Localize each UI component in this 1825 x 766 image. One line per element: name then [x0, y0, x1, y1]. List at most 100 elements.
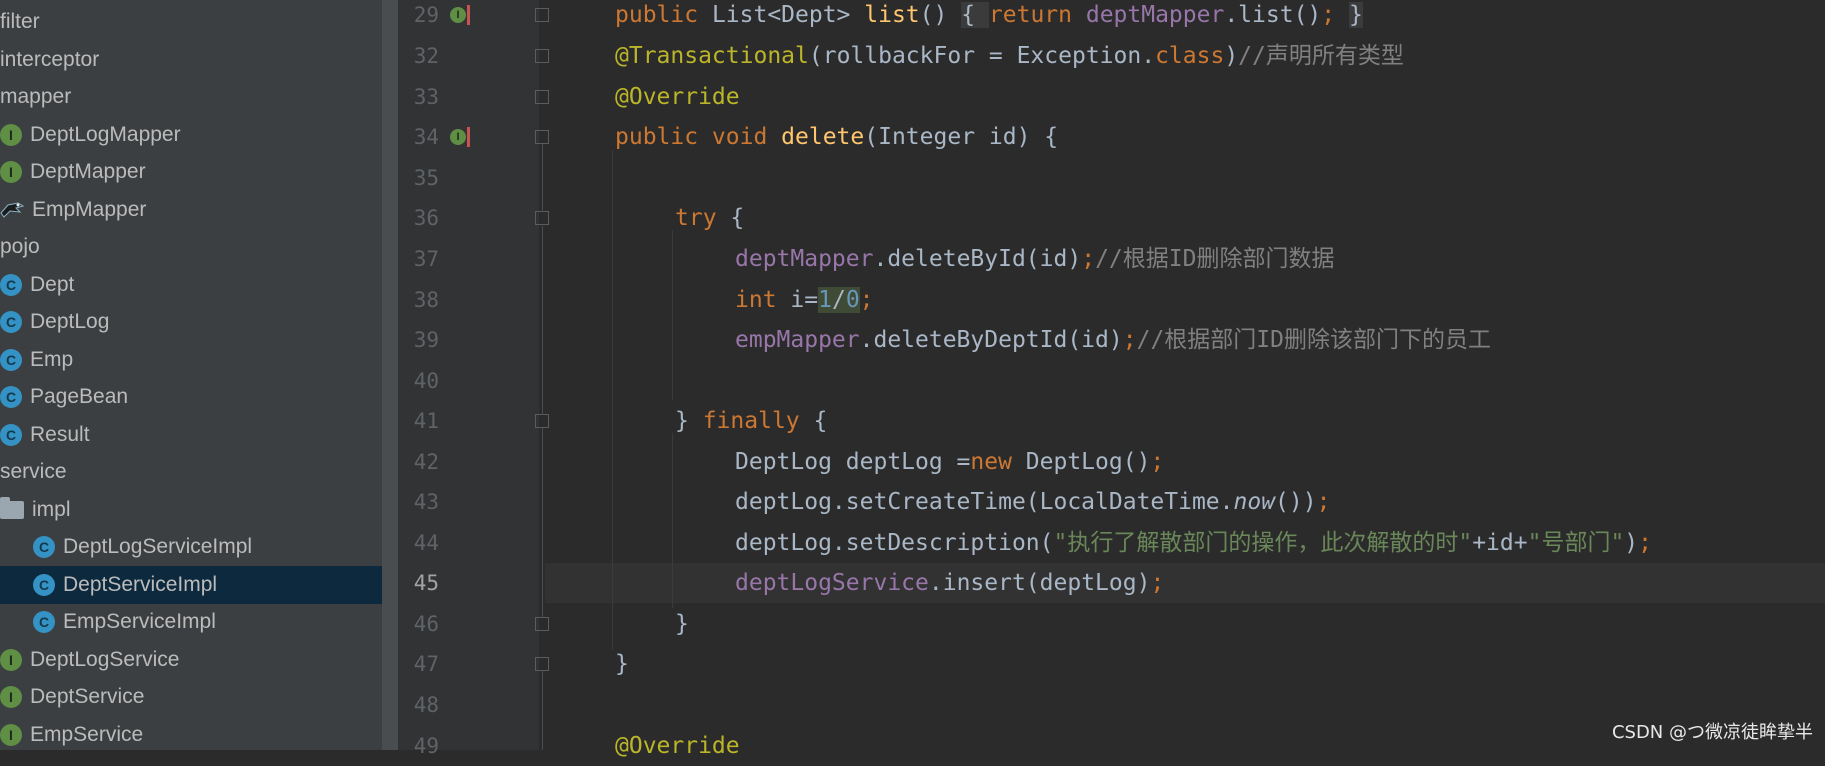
- code-token: public: [615, 2, 712, 28]
- line-number: 47: [413, 652, 439, 676]
- overrides-arrow-icon[interactable]: [467, 127, 470, 147]
- code-token: deptLog.setDescription(: [735, 530, 1054, 556]
- code-comment: //根据ID删除部门数据: [1095, 246, 1335, 272]
- watermark: CSDN @つ微凉徒眸挚半: [1611, 722, 1813, 743]
- code-comment: //根据部门ID删除该部门下的员工: [1136, 327, 1491, 353]
- tree-item-emp[interactable]: C Emp: [0, 341, 382, 379]
- code-token: delete: [781, 124, 865, 150]
- code-token: return: [988, 2, 1086, 28]
- code-token: now: [1233, 489, 1276, 515]
- code-token: ): [1624, 530, 1639, 556]
- tree-item-interceptor[interactable]: interceptor: [0, 41, 382, 79]
- code-token: }: [615, 651, 629, 677]
- line-number: 41: [413, 409, 439, 433]
- tree-item-deptlogservice[interactable]: I DeptLogService: [0, 641, 382, 679]
- code-token: ;: [859, 287, 874, 313]
- code-token: try: [675, 205, 731, 231]
- tree-item-label: EmpMapper: [32, 197, 147, 221]
- tree-item-deptserviceimpl[interactable]: C DeptServiceImpl: [0, 566, 382, 604]
- tree-item-mapper[interactable]: mapper: [0, 78, 382, 116]
- implements-icon[interactable]: I: [450, 7, 466, 23]
- code-token: list: [864, 2, 920, 28]
- tree-item-result[interactable]: C Result: [0, 416, 382, 454]
- code-token: ;: [1150, 570, 1165, 596]
- code-line-39: empMapper.deleteByDeptId(id);//根据部门ID删除该…: [735, 320, 1491, 360]
- implements-icon[interactable]: I: [450, 129, 466, 145]
- tree-item-deptlogserviceimpl[interactable]: C DeptLogServiceImpl: [0, 528, 382, 566]
- code-token: ;: [1638, 530, 1653, 556]
- code-token: @Override: [615, 84, 740, 110]
- tree-item-label: PageBean: [30, 384, 129, 408]
- tree-item-empserviceimpl[interactable]: C EmpServiceImpl: [0, 603, 382, 641]
- line-number: 48: [413, 693, 439, 717]
- tree-scrollbar[interactable]: [382, 0, 399, 750]
- tree-item-pagebean[interactable]: C PageBean: [0, 378, 382, 416]
- tree-item-label: DeptServiceImpl: [63, 572, 218, 596]
- code-token: deptMapper: [735, 246, 874, 272]
- tree-item-deptservice[interactable]: I DeptService: [0, 678, 382, 716]
- code-token: ()): [1275, 489, 1317, 515]
- overrides-arrow-icon[interactable]: [467, 5, 470, 25]
- code-token: ;: [1316, 489, 1331, 515]
- tree-item-label: DeptLogServiceImpl: [63, 534, 253, 558]
- class-icon: C: [33, 535, 55, 558]
- code-line-44: deptLog.setDescription("执行了解散部门的操作，此次解散的…: [735, 523, 1652, 563]
- line-number: 33: [413, 85, 439, 109]
- tree-item-label: interceptor: [0, 47, 100, 71]
- interface-icon: I: [0, 160, 22, 183]
- code-comment: //声明所有类型: [1238, 43, 1404, 69]
- code-token: DeptLog(): [1025, 449, 1151, 475]
- tree-item-empmapper[interactable]: EmpMapper: [0, 191, 382, 229]
- code-token: (rollbackFor = Exception.: [808, 43, 1156, 69]
- code-token: 0: [845, 287, 860, 313]
- code-line-29: public List<Dept> list() { return deptMa…: [615, 0, 1363, 35]
- tree-item-label: service: [0, 459, 67, 483]
- code-token: {: [730, 205, 745, 231]
- class-icon: C: [33, 610, 55, 633]
- line-number: 35: [413, 166, 439, 190]
- code-token: deptLog.setCreateTime(LocalDateTime.: [735, 489, 1234, 515]
- code-token: ;: [1122, 327, 1137, 353]
- code-token: deptMapper: [1085, 2, 1225, 28]
- tree-item-service[interactable]: service: [0, 453, 382, 491]
- code-token: ;: [1150, 449, 1165, 475]
- code-token: empMapper: [735, 327, 860, 353]
- tree-item-dept[interactable]: C Dept: [0, 266, 382, 304]
- tree-item-label: EmpService: [30, 722, 144, 746]
- tree-item-label: Emp: [30, 347, 74, 371]
- code-token: .deleteById(id): [873, 246, 1082, 272]
- tree-item-label: DeptLogService: [30, 647, 180, 671]
- tree-item-empservice[interactable]: I EmpService: [0, 716, 382, 750]
- code-line-45: deptLogService.insert(deptLog);: [735, 563, 1164, 603]
- code-token: 1: [818, 287, 832, 313]
- line-number: 39: [413, 328, 439, 352]
- tree-item-filter[interactable]: filter: [0, 3, 382, 41]
- tree-item-pojo[interactable]: pojo: [0, 228, 382, 266]
- class-icon: C: [0, 310, 22, 333]
- code-token: class: [1155, 43, 1225, 69]
- tree-item-label: Result: [30, 422, 90, 446]
- line-number: 42: [413, 450, 439, 474]
- line-number: 40: [413, 369, 439, 393]
- code-token: ;: [1081, 246, 1096, 272]
- code-token: public void: [615, 124, 782, 150]
- code-token: i=: [790, 287, 819, 313]
- tree-item-impl[interactable]: impl: [0, 491, 382, 529]
- tree-item-label: filter: [0, 9, 40, 33]
- interface-icon: I: [0, 648, 22, 671]
- line-number: 43: [413, 490, 439, 514]
- code-token: (): [919, 2, 962, 28]
- code-token: }: [1348, 2, 1363, 28]
- tree-item-deptlog[interactable]: C DeptLog: [0, 303, 382, 341]
- tree-item-deptmapper[interactable]: I DeptMapper: [0, 153, 382, 191]
- code-token: +id+: [1472, 530, 1528, 556]
- code-line-49: @Override: [615, 726, 740, 766]
- tree-item-label: Dept: [30, 272, 75, 296]
- code-line-38: int i=1/0;: [735, 280, 874, 320]
- code-line-33: @Override: [615, 77, 740, 117]
- tree-item-deptlogmapper[interactable]: I DeptLogMapper: [0, 116, 382, 154]
- code-token: (Integer id) {: [864, 124, 1059, 150]
- tree-item-label: pojo: [0, 234, 40, 258]
- tree-item-label: impl: [32, 497, 71, 521]
- code-token: @Override: [615, 733, 740, 759]
